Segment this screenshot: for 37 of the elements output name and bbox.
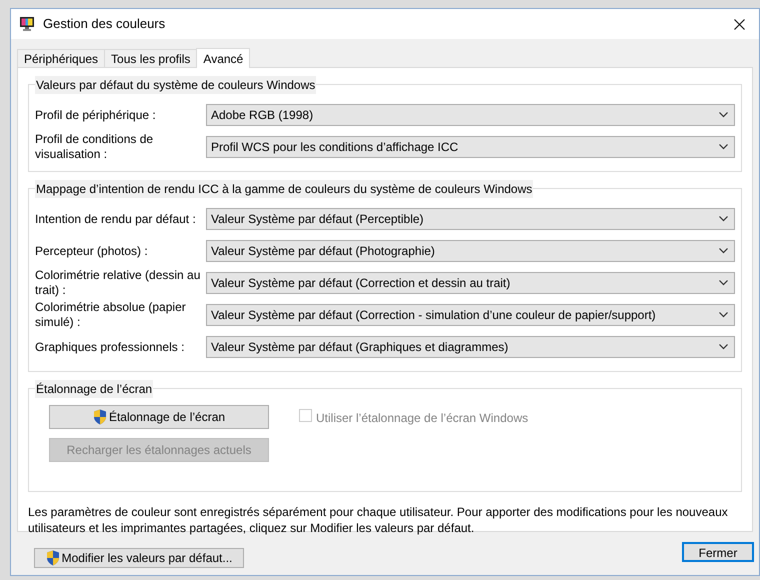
- field-label: Graphiques professionnels :: [35, 340, 186, 354]
- dropdown[interactable]: Valeur Système par défaut (Correction - simulation d’une couleur de papier/support): [206, 304, 735, 326]
- calibration-button[interactable]: Étalonnage de l’écran: [49, 405, 269, 429]
- close-icon: [734, 18, 744, 30]
- tab[interactable]: Périphériques: [17, 49, 106, 67]
- field-label: Intention de rendu par défaut :: [35, 212, 197, 226]
- chevron-down-icon: [719, 112, 728, 118]
- dropdown[interactable]: Valeur Système par défaut (Perceptible): [206, 208, 735, 230]
- field-label: Profil de périphérique :: [35, 108, 157, 122]
- dropdown[interactable]: Valeur Système par défaut (Graphiques et diagrammes): [206, 336, 735, 358]
- field-label: Percepteur (photos) :: [35, 244, 149, 258]
- field-label: Colorimétrie relative (dessin au trait) :: [35, 268, 202, 298]
- tab[interactable]: Tous les profils: [104, 49, 198, 67]
- field-label: Profil de conditions de visualisation :: [35, 132, 154, 162]
- dropdown[interactable]: Adobe RGB (1998): [206, 104, 735, 126]
- dropdown[interactable]: Valeur Système par défaut (Correction et dessin au trait): [206, 272, 735, 294]
- monitor-icon: [19, 16, 35, 32]
- group-title: Mappage d’intention de rendu ICC à la gamme de couleurs du système de couleurs Windows: [35, 180, 534, 198]
- chevron-down-icon: [719, 280, 728, 286]
- shield-icon: [92, 409, 107, 425]
- dropdown[interactable]: Valeur Système par défaut (Photographie): [206, 240, 735, 262]
- modify-defaults-button[interactable]: Modifier les valeurs par défaut...: [34, 548, 244, 568]
- dropdown[interactable]: Profil WCS pour les conditions d’affichage ICC: [206, 136, 735, 158]
- tab[interactable]: Avancé: [196, 48, 250, 68]
- chevron-down-icon: [719, 344, 728, 350]
- window-title: Gestion des couleurs: [43, 15, 166, 34]
- info-text: Les paramètres de couleur sont enregistrés séparément pour chaque utilisateur. Pour apporter des modifications pour les nouveaux utilisateurs et les imprimantes partagées, cliquez sur Modifier les valeurs par défaut.: [28, 504, 729, 536]
- chevron-down-icon: [719, 216, 728, 222]
- chevron-down-icon: [719, 144, 728, 150]
- close-dialog-button[interactable]: Fermer: [682, 542, 754, 562]
- field-label: Colorimétrie absolue (papier simulé) :: [35, 300, 187, 330]
- chevron-down-icon: [719, 312, 728, 318]
- group-title: Valeurs par défaut du système de couleurs Windows: [35, 76, 316, 94]
- shield-icon: [46, 550, 60, 566]
- group-title: Étalonnage de l’écran: [35, 380, 154, 398]
- checkbox-label: Utiliser l’étalonnage de l’écran Windows: [316, 410, 528, 427]
- chevron-down-icon: [719, 248, 728, 254]
